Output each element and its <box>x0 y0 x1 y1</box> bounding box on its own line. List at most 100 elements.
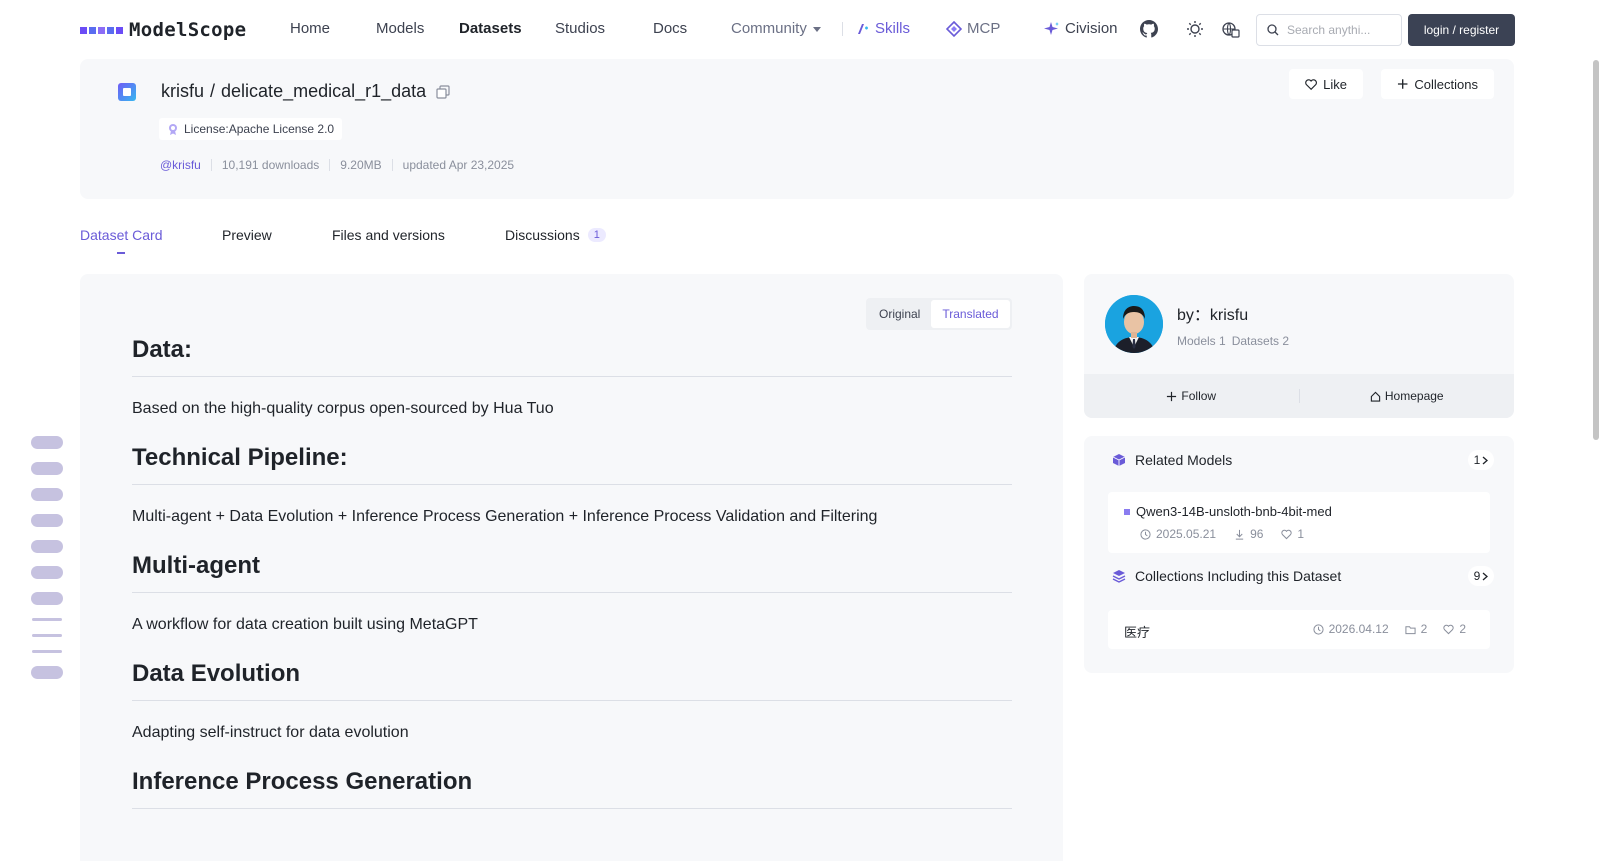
mcp-icon <box>946 20 962 37</box>
nav-home[interactable]: Home <box>290 20 330 37</box>
clock-icon <box>1312 623 1324 635</box>
dataset-size: 9.20MB <box>340 158 382 172</box>
author-card: by：krisfu Models 1 Datasets 2 Follow Hom… <box>1084 274 1514 418</box>
dataset-header-card: krisfu / delicate_medical_r1_data Licens… <box>80 59 1514 199</box>
author-models-count[interactable]: Models 1 <box>1177 334 1226 348</box>
chevron-right-icon <box>1482 572 1489 580</box>
skills-icon <box>858 23 868 34</box>
collection-items: 2 <box>1405 622 1428 636</box>
collection-items-text: 2 <box>1420 622 1428 636</box>
tab-discussions-label: Discussions <box>505 227 580 243</box>
collections-count[interactable]: 9 <box>1468 566 1494 586</box>
nav-civision-label: Civision <box>1065 20 1118 37</box>
tab-preview[interactable]: Preview <box>222 227 272 243</box>
logo-icon <box>80 26 123 34</box>
nav-datasets[interactable]: Datasets <box>459 20 522 37</box>
model-date: 2025.05.21 <box>1140 527 1216 541</box>
download-count: 10,191 downloads <box>221 158 320 172</box>
section-heading: Data Evolution <box>132 660 1012 701</box>
like-button[interactable]: Like <box>1289 69 1363 99</box>
related-model-item[interactable]: Qwen3-14B-unsloth-bnb-4bit-med 2025.05.2… <box>1108 492 1490 553</box>
search-box[interactable] <box>1256 14 1402 46</box>
license-badge[interactable]: License:Apache License 2.0 <box>159 118 343 140</box>
heart-icon <box>1443 624 1454 634</box>
plus-icon <box>1397 79 1408 89</box>
follow-button[interactable]: Follow <box>1084 389 1299 403</box>
homepage-label: Homepage <box>1384 389 1444 403</box>
related-models-count[interactable]: 1 <box>1468 450 1494 470</box>
copy-icon[interactable] <box>436 84 450 99</box>
tab-dataset-card[interactable]: Dataset Card <box>80 227 162 243</box>
active-tab-indicator <box>117 252 125 254</box>
homepage-button[interactable]: Homepage <box>1300 389 1515 403</box>
section-heading: Multi-agent <box>132 552 1012 593</box>
related-models-count-value: 1 <box>1473 453 1481 467</box>
author-avatar[interactable] <box>1105 295 1163 353</box>
collection-likes: 2 <box>1443 622 1466 636</box>
dataset-icon <box>118 83 136 101</box>
toggle-original[interactable]: Original <box>868 300 931 328</box>
translation-toggle: Original Translated <box>866 298 1012 330</box>
related-card: Related Models 1 Qwen3-14B-unsloth-bnb-4… <box>1084 436 1514 673</box>
dataset-owner[interactable]: krisfu <box>161 81 204 102</box>
clock-icon <box>1140 528 1151 540</box>
model-likes-text: 1 <box>1297 527 1305 541</box>
nav-skills[interactable]: Skills <box>856 20 910 37</box>
layers-icon <box>1112 570 1126 583</box>
toggle-translated[interactable]: Translated <box>931 300 1010 328</box>
collections-button[interactable]: Collections <box>1381 69 1494 99</box>
theme-sun-icon[interactable] <box>1186 20 1204 38</box>
github-icon[interactable] <box>1140 20 1158 38</box>
section-text: A workflow for data creation built using… <box>132 616 478 633</box>
like-label: Like <box>1323 76 1347 92</box>
author-link[interactable]: @krisfu <box>160 158 201 172</box>
collections-header: Collections Including this Dataset <box>1112 568 1341 584</box>
search-input[interactable] <box>1287 23 1397 37</box>
nav-studios[interactable]: Studios <box>555 20 605 37</box>
follow-label: Follow <box>1181 389 1217 403</box>
dataset-name: delicate_medical_r1_data <box>221 81 427 101</box>
language-icon[interactable] <box>1222 20 1240 38</box>
meta-divider <box>329 159 331 171</box>
author-datasets-count[interactable]: Datasets 2 <box>1232 334 1289 348</box>
nav-divider <box>842 22 843 36</box>
author-name[interactable]: by：krisfu <box>1177 301 1248 325</box>
home-icon <box>1370 391 1381 402</box>
nav-models[interactable]: Models <box>376 20 424 37</box>
collection-item[interactable]: 医疗 2026.04.12 2 2 <box>1108 610 1490 649</box>
section-text: Based on the high-quality corpus open-so… <box>132 400 554 417</box>
collection-date-text: 2026.04.12 <box>1328 622 1389 636</box>
nav-mcp[interactable]: MCP <box>946 20 1000 37</box>
avatar-image <box>1105 295 1163 353</box>
scrollbar-thumb[interactable] <box>1593 60 1599 440</box>
collection-date: 2026.04.12 <box>1312 622 1389 636</box>
login-register-button[interactable]: login / register <box>1408 14 1515 46</box>
section-text: Adapting self-instruct for data evolutio… <box>132 724 409 741</box>
page-scrollbar[interactable] <box>1592 0 1600 861</box>
section-heading: Inference Process Generation <box>132 768 1012 809</box>
model-date-text: 2025.05.21 <box>1156 527 1217 541</box>
license-text: License:Apache License 2.0 <box>184 122 335 136</box>
section-text: Multi-agent + Data Evolution + Inference… <box>132 508 878 525</box>
modelscope-logo[interactable]: ModelScope <box>80 18 246 42</box>
model-downloads: 96 <box>1234 527 1263 541</box>
related-model-name: Qwen3-14B-unsloth-bnb-4bit-med <box>1124 504 1332 519</box>
logo-text: ModelScope <box>129 19 247 41</box>
sparkle-icon <box>1044 21 1059 35</box>
meta-divider <box>210 159 212 171</box>
meta-divider <box>391 159 393 171</box>
nav-mcp-label: MCP <box>967 20 1001 37</box>
chevron-down-icon <box>812 26 821 32</box>
model-likes: 1 <box>1281 527 1304 541</box>
tab-discussions[interactable]: Discussions 1 <box>505 227 606 243</box>
markdown-body: Data: Based on the high-quality corpus o… <box>132 336 1012 829</box>
tab-files-and-versions[interactable]: Files and versions <box>332 227 445 243</box>
top-navbar: ModelScope Home Models Datasets Studios … <box>0 0 1600 59</box>
dataset-card-content: Original Translated Data: Based on the h… <box>80 274 1063 861</box>
nav-civision[interactable]: Civision <box>1044 20 1118 37</box>
cube-icon <box>1112 454 1126 466</box>
nav-docs[interactable]: Docs <box>653 20 687 37</box>
nav-community[interactable]: Community <box>731 20 821 37</box>
updated-date: updated Apr 23,2025 <box>402 158 515 172</box>
download-icon <box>1235 529 1244 540</box>
